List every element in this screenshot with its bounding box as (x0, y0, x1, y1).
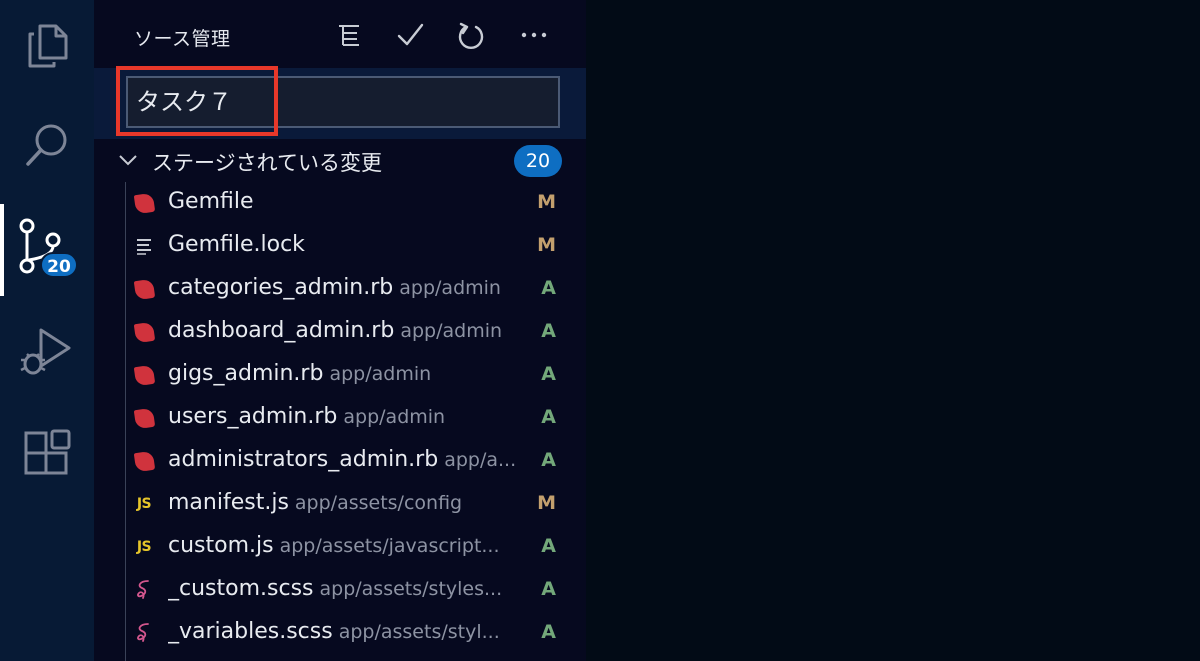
file-status-badge: M (537, 492, 556, 514)
file-name: users_admin.rb (168, 404, 338, 429)
chevron-down-icon (119, 155, 137, 166)
file-path: app/assets/javascript... (279, 535, 500, 557)
js-file-icon: JS (136, 496, 152, 512)
view-as-tree-icon (339, 25, 359, 46)
run-debug-icon (20, 328, 71, 375)
file-label: Gemfile (168, 189, 536, 214)
staged-file-list: Gemfile M Gemfile.lock Mcategories_admin.rb… (94, 182, 586, 655)
sass-file-icon (132, 579, 156, 601)
file-label: custom.js app/assets/javascript... (168, 533, 536, 558)
commit-button[interactable] (393, 18, 427, 52)
file-label: _variables.scss app/assets/styl... (168, 619, 536, 644)
more-actions-icon (521, 32, 547, 38)
extensions-button[interactable] (0, 408, 94, 498)
search-icon (26, 124, 67, 166)
file-row[interactable]: gigs_admin.rb app/admin A (94, 354, 586, 397)
file-row[interactable]: _custom.scss app/assets/styles... A (94, 569, 586, 612)
ruby-file-icon (132, 321, 156, 343)
file-name: gigs_admin.rb (168, 361, 324, 386)
file-name: _variables.scss (168, 619, 333, 644)
file-label: dashboard_admin.rb app/admin (168, 318, 536, 343)
commit-checkmark-icon (397, 23, 424, 46)
file-path: app/a... (444, 449, 517, 471)
file-name: _custom.scss (168, 576, 314, 601)
refresh-icon (458, 22, 484, 49)
file-name: custom.js (168, 533, 274, 558)
file-path: app/assets/styl... (338, 621, 500, 643)
file-path: app/admin (400, 320, 503, 342)
file-status-badge: A (541, 578, 556, 600)
file-status-badge: A (541, 363, 556, 385)
file-path: app/admin (343, 406, 446, 428)
view-as-tree-button[interactable] (332, 18, 366, 52)
staged-changes-count-badge: 20 (514, 145, 562, 177)
file-label: manifest.js app/assets/config (168, 490, 536, 515)
file-label: gigs_admin.rb app/admin (168, 361, 536, 386)
file-label: Gemfile.lock (168, 232, 536, 257)
file-path: app/assets/config (294, 492, 463, 514)
file-label: administrators_admin.rb app/a... (168, 447, 536, 472)
file-row[interactable]: JS manifest.js app/assets/config M (94, 483, 586, 526)
ruby-file-icon (132, 192, 156, 214)
file-path: app/assets/styles... (319, 578, 503, 600)
file-status-badge: A (541, 535, 556, 557)
ruby-file-icon (132, 364, 156, 386)
panel-header: ソース管理 (94, 0, 586, 68)
source-control-badge: 20 (40, 252, 78, 278)
lines-file-icon (132, 235, 156, 257)
file-row[interactable]: users_admin.rb app/admin A (94, 397, 586, 440)
file-name: Gemfile (168, 189, 254, 214)
extensions-icon (24, 429, 71, 475)
file-row[interactable]: Gemfile M (94, 182, 586, 225)
panel-title: ソース管理 (134, 28, 231, 50)
file-label: users_admin.rb app/admin (168, 404, 536, 429)
ruby-file-icon (132, 450, 156, 472)
commit-message-area: タスク７ (94, 66, 586, 139)
activity-bar: 20 (0, 0, 94, 661)
file-name: Gemfile.lock (168, 232, 305, 257)
explorer-button[interactable] (0, 0, 94, 90)
more-actions-button[interactable] (517, 18, 551, 52)
ruby-file-icon (132, 407, 156, 429)
search-button[interactable] (0, 100, 94, 190)
staged-changes-header[interactable]: ステージされている変更 20 (94, 140, 586, 182)
file-status-badge: A (541, 406, 556, 428)
file-row[interactable]: JS custom.js app/assets/javascript... A (94, 526, 586, 569)
file-label: _custom.scss app/assets/styles... (168, 576, 536, 601)
file-name: administrators_admin.rb (168, 447, 439, 472)
file-path: app/admin (329, 363, 432, 385)
file-status-badge: A (541, 449, 556, 471)
file-row[interactable]: Gemfile.lock M (94, 225, 586, 268)
file-status-badge: M (537, 234, 556, 256)
file-status-badge: A (541, 621, 556, 643)
file-row[interactable]: dashboard_admin.rb app/admin A (94, 311, 586, 354)
source-control-panel: ソース管理 タスク７ ステージされている変更 20 Gemfile M Gemf… (94, 0, 586, 661)
file-row[interactable]: categories_admin.rb app/admin A (94, 268, 586, 311)
explorer-files-icon (28, 24, 68, 68)
file-status-badge: A (541, 320, 556, 342)
file-name: manifest.js (168, 490, 289, 515)
commit-message-input[interactable]: タスク７ (126, 76, 560, 128)
file-row[interactable]: administrators_admin.rb app/a... A (94, 440, 586, 483)
js-file-icon: JS (136, 539, 152, 555)
sass-file-icon (132, 622, 156, 644)
file-name: dashboard_admin.rb (168, 318, 395, 343)
file-name: categories_admin.rb (168, 275, 394, 300)
file-status-badge: M (537, 191, 556, 213)
run-debug-button[interactable] (0, 306, 94, 396)
file-path: app/admin (399, 277, 501, 299)
file-label: categories_admin.rb app/admin (168, 275, 536, 300)
file-row[interactable]: _variables.scss app/assets/styl... A (94, 612, 586, 655)
refresh-button[interactable] (454, 18, 488, 52)
ruby-file-icon (132, 278, 156, 300)
file-status-badge: A (541, 277, 556, 299)
source-control-button[interactable] (0, 204, 94, 294)
staged-changes-label: ステージされている変更 (152, 151, 382, 175)
